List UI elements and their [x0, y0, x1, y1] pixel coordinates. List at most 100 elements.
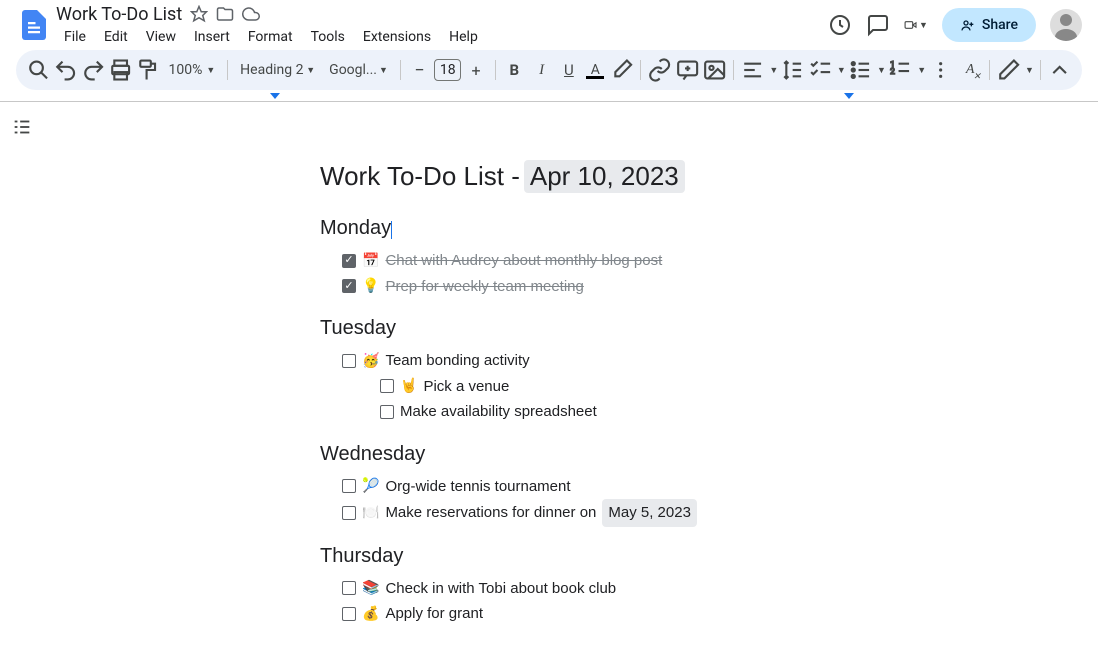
doc-title[interactable]: Work To-Do List: [56, 4, 182, 25]
checkbox-unchecked[interactable]: [342, 581, 356, 595]
task-text: Team bonding activity: [385, 348, 529, 374]
bold-icon[interactable]: B: [502, 56, 527, 84]
day-heading-monday[interactable]: Monday: [320, 217, 890, 240]
numbered-list-icon[interactable]: 12: [888, 56, 913, 84]
zoom-dropdown[interactable]: 100%▼: [162, 56, 221, 84]
toolbar: 100%▼ Heading 2▼ Googl...▼ − 18 + B I U …: [16, 50, 1082, 90]
app-header: Work To-Do List File Edit View Insert Fo…: [0, 0, 1098, 44]
task-text: Prep for weekly team meeting: [385, 274, 583, 300]
move-icon[interactable]: [216, 5, 234, 23]
title-date-chip[interactable]: Apr 10, 2023: [524, 160, 685, 193]
document-area: Work To-Do List - Apr 10, 2023 Monday ✓📅…: [0, 102, 1098, 667]
checkbox-checked[interactable]: ✓: [342, 254, 356, 268]
toolbar-container: 100%▼ Heading 2▼ Googl...▼ − 18 + B I U …: [0, 44, 1098, 96]
list-item[interactable]: 🥳Team bonding activity: [342, 348, 890, 374]
redo-icon[interactable]: [81, 56, 106, 84]
underline-icon[interactable]: U: [556, 56, 581, 84]
indent-marker-left[interactable]: [270, 93, 280, 99]
title-prefix: Work To-Do List -: [320, 161, 520, 192]
bulleted-list-icon[interactable]: [848, 56, 873, 84]
task-text: Pick a venue: [423, 374, 509, 400]
menu-tools[interactable]: Tools: [303, 27, 353, 47]
menu-help[interactable]: Help: [441, 27, 486, 47]
more-icon[interactable]: [928, 56, 953, 84]
ruler[interactable]: [0, 96, 1098, 102]
checklist-wednesday: 🎾Org-wide tennis tournament 🍽️Make reser…: [320, 474, 890, 527]
list-item[interactable]: 🎾Org-wide tennis tournament: [342, 474, 890, 500]
paragraph-style-dropdown[interactable]: Heading 2▼: [234, 56, 321, 84]
account-avatar[interactable]: [1050, 9, 1082, 41]
checkbox-unchecked[interactable]: [380, 405, 394, 419]
checkbox-unchecked[interactable]: [342, 479, 356, 493]
checklist-thursday: 📚Check in with Tobi about book club 💰App…: [320, 576, 890, 627]
increase-font-icon[interactable]: +: [463, 56, 488, 84]
list-item[interactable]: Make availability spreadsheet: [380, 399, 890, 425]
font-dropdown[interactable]: Googl...▼: [323, 56, 394, 84]
insert-comment-icon[interactable]: [675, 56, 700, 84]
checkbox-checked[interactable]: ✓: [342, 279, 356, 293]
search-menus-icon[interactable]: [26, 56, 51, 84]
title-area: Work To-Do List File Edit View Insert Fo…: [56, 4, 828, 47]
menu-view[interactable]: View: [138, 27, 184, 47]
editing-mode-icon[interactable]: [996, 56, 1021, 84]
cloud-status-icon[interactable]: [242, 5, 260, 23]
meet-icon[interactable]: ▼: [904, 13, 928, 37]
doc-heading[interactable]: Work To-Do List - Apr 10, 2023: [320, 160, 890, 193]
list-item[interactable]: 💰Apply for grant: [342, 601, 890, 627]
day-heading-wednesday[interactable]: Wednesday: [320, 443, 890, 466]
checkbox-unchecked[interactable]: [342, 607, 356, 621]
checkbox-unchecked[interactable]: [342, 506, 356, 520]
header-right: ▼ Share: [828, 8, 1082, 42]
outline-icon[interactable]: [11, 116, 33, 138]
task-text: Check in with Tobi about book club: [385, 576, 616, 602]
date-chip[interactable]: May 5, 2023: [602, 499, 697, 527]
italic-icon[interactable]: I: [529, 56, 554, 84]
list-item[interactable]: 🤘Pick a venue: [380, 374, 890, 400]
menu-file[interactable]: File: [56, 27, 94, 47]
menu-bar: File Edit View Insert Format Tools Exten…: [56, 27, 828, 47]
list-item[interactable]: 🍽️Make reservations for dinner on May 5,…: [342, 499, 890, 527]
checklist-tuesday-nested: 🤘Pick a venue Make availability spreadsh…: [320, 374, 890, 425]
document-page[interactable]: Work To-Do List - Apr 10, 2023 Monday ✓📅…: [44, 102, 890, 667]
checklist-monday: ✓📅Chat with Audrey about monthly blog po…: [320, 248, 890, 299]
comments-icon[interactable]: [866, 13, 890, 37]
list-item[interactable]: ✓💡Prep for weekly team meeting: [342, 274, 890, 300]
undo-icon[interactable]: [53, 56, 78, 84]
clear-formatting-icon[interactable]: A✕: [957, 56, 982, 84]
print-icon[interactable]: [108, 56, 133, 84]
checklist-tuesday: 🥳Team bonding activity: [320, 348, 890, 374]
text-color-icon[interactable]: A: [584, 56, 607, 84]
insert-image-icon[interactable]: [702, 56, 727, 84]
day-heading-tuesday[interactable]: Tuesday: [320, 317, 890, 340]
checklist-icon[interactable]: [808, 56, 833, 84]
day-heading-thursday[interactable]: Thursday: [320, 545, 890, 568]
paint-format-icon[interactable]: [135, 56, 160, 84]
list-item[interactable]: ✓📅Chat with Audrey about monthly blog po…: [342, 248, 890, 274]
left-sidebar: [0, 102, 44, 667]
task-text: Apply for grant: [385, 601, 483, 627]
highlight-icon[interactable]: [609, 56, 634, 84]
checkbox-unchecked[interactable]: [380, 379, 394, 393]
font-size-input[interactable]: 18: [434, 59, 461, 81]
collapse-toolbar-icon[interactable]: [1047, 56, 1072, 84]
checkbox-unchecked[interactable]: [342, 354, 356, 368]
task-text: Make availability spreadsheet: [400, 399, 597, 425]
share-label: Share: [982, 17, 1018, 33]
align-icon[interactable]: [740, 56, 765, 84]
indent-marker-right[interactable]: [844, 93, 854, 99]
history-icon[interactable]: [828, 13, 852, 37]
insert-link-icon[interactable]: [647, 56, 672, 84]
task-text: Chat with Audrey about monthly blog post: [385, 248, 662, 274]
menu-insert[interactable]: Insert: [186, 27, 238, 47]
star-icon[interactable]: [190, 5, 208, 23]
docs-logo-icon[interactable]: [16, 7, 52, 43]
share-button[interactable]: Share: [942, 8, 1036, 42]
menu-edit[interactable]: Edit: [96, 27, 136, 47]
menu-format[interactable]: Format: [240, 27, 301, 47]
task-text: Make reservations for dinner on: [385, 500, 596, 526]
list-item[interactable]: 📚Check in with Tobi about book club: [342, 576, 890, 602]
line-spacing-icon[interactable]: [780, 56, 805, 84]
menu-extensions[interactable]: Extensions: [355, 27, 439, 47]
decrease-font-icon[interactable]: −: [407, 56, 432, 84]
text-cursor: [391, 221, 392, 239]
